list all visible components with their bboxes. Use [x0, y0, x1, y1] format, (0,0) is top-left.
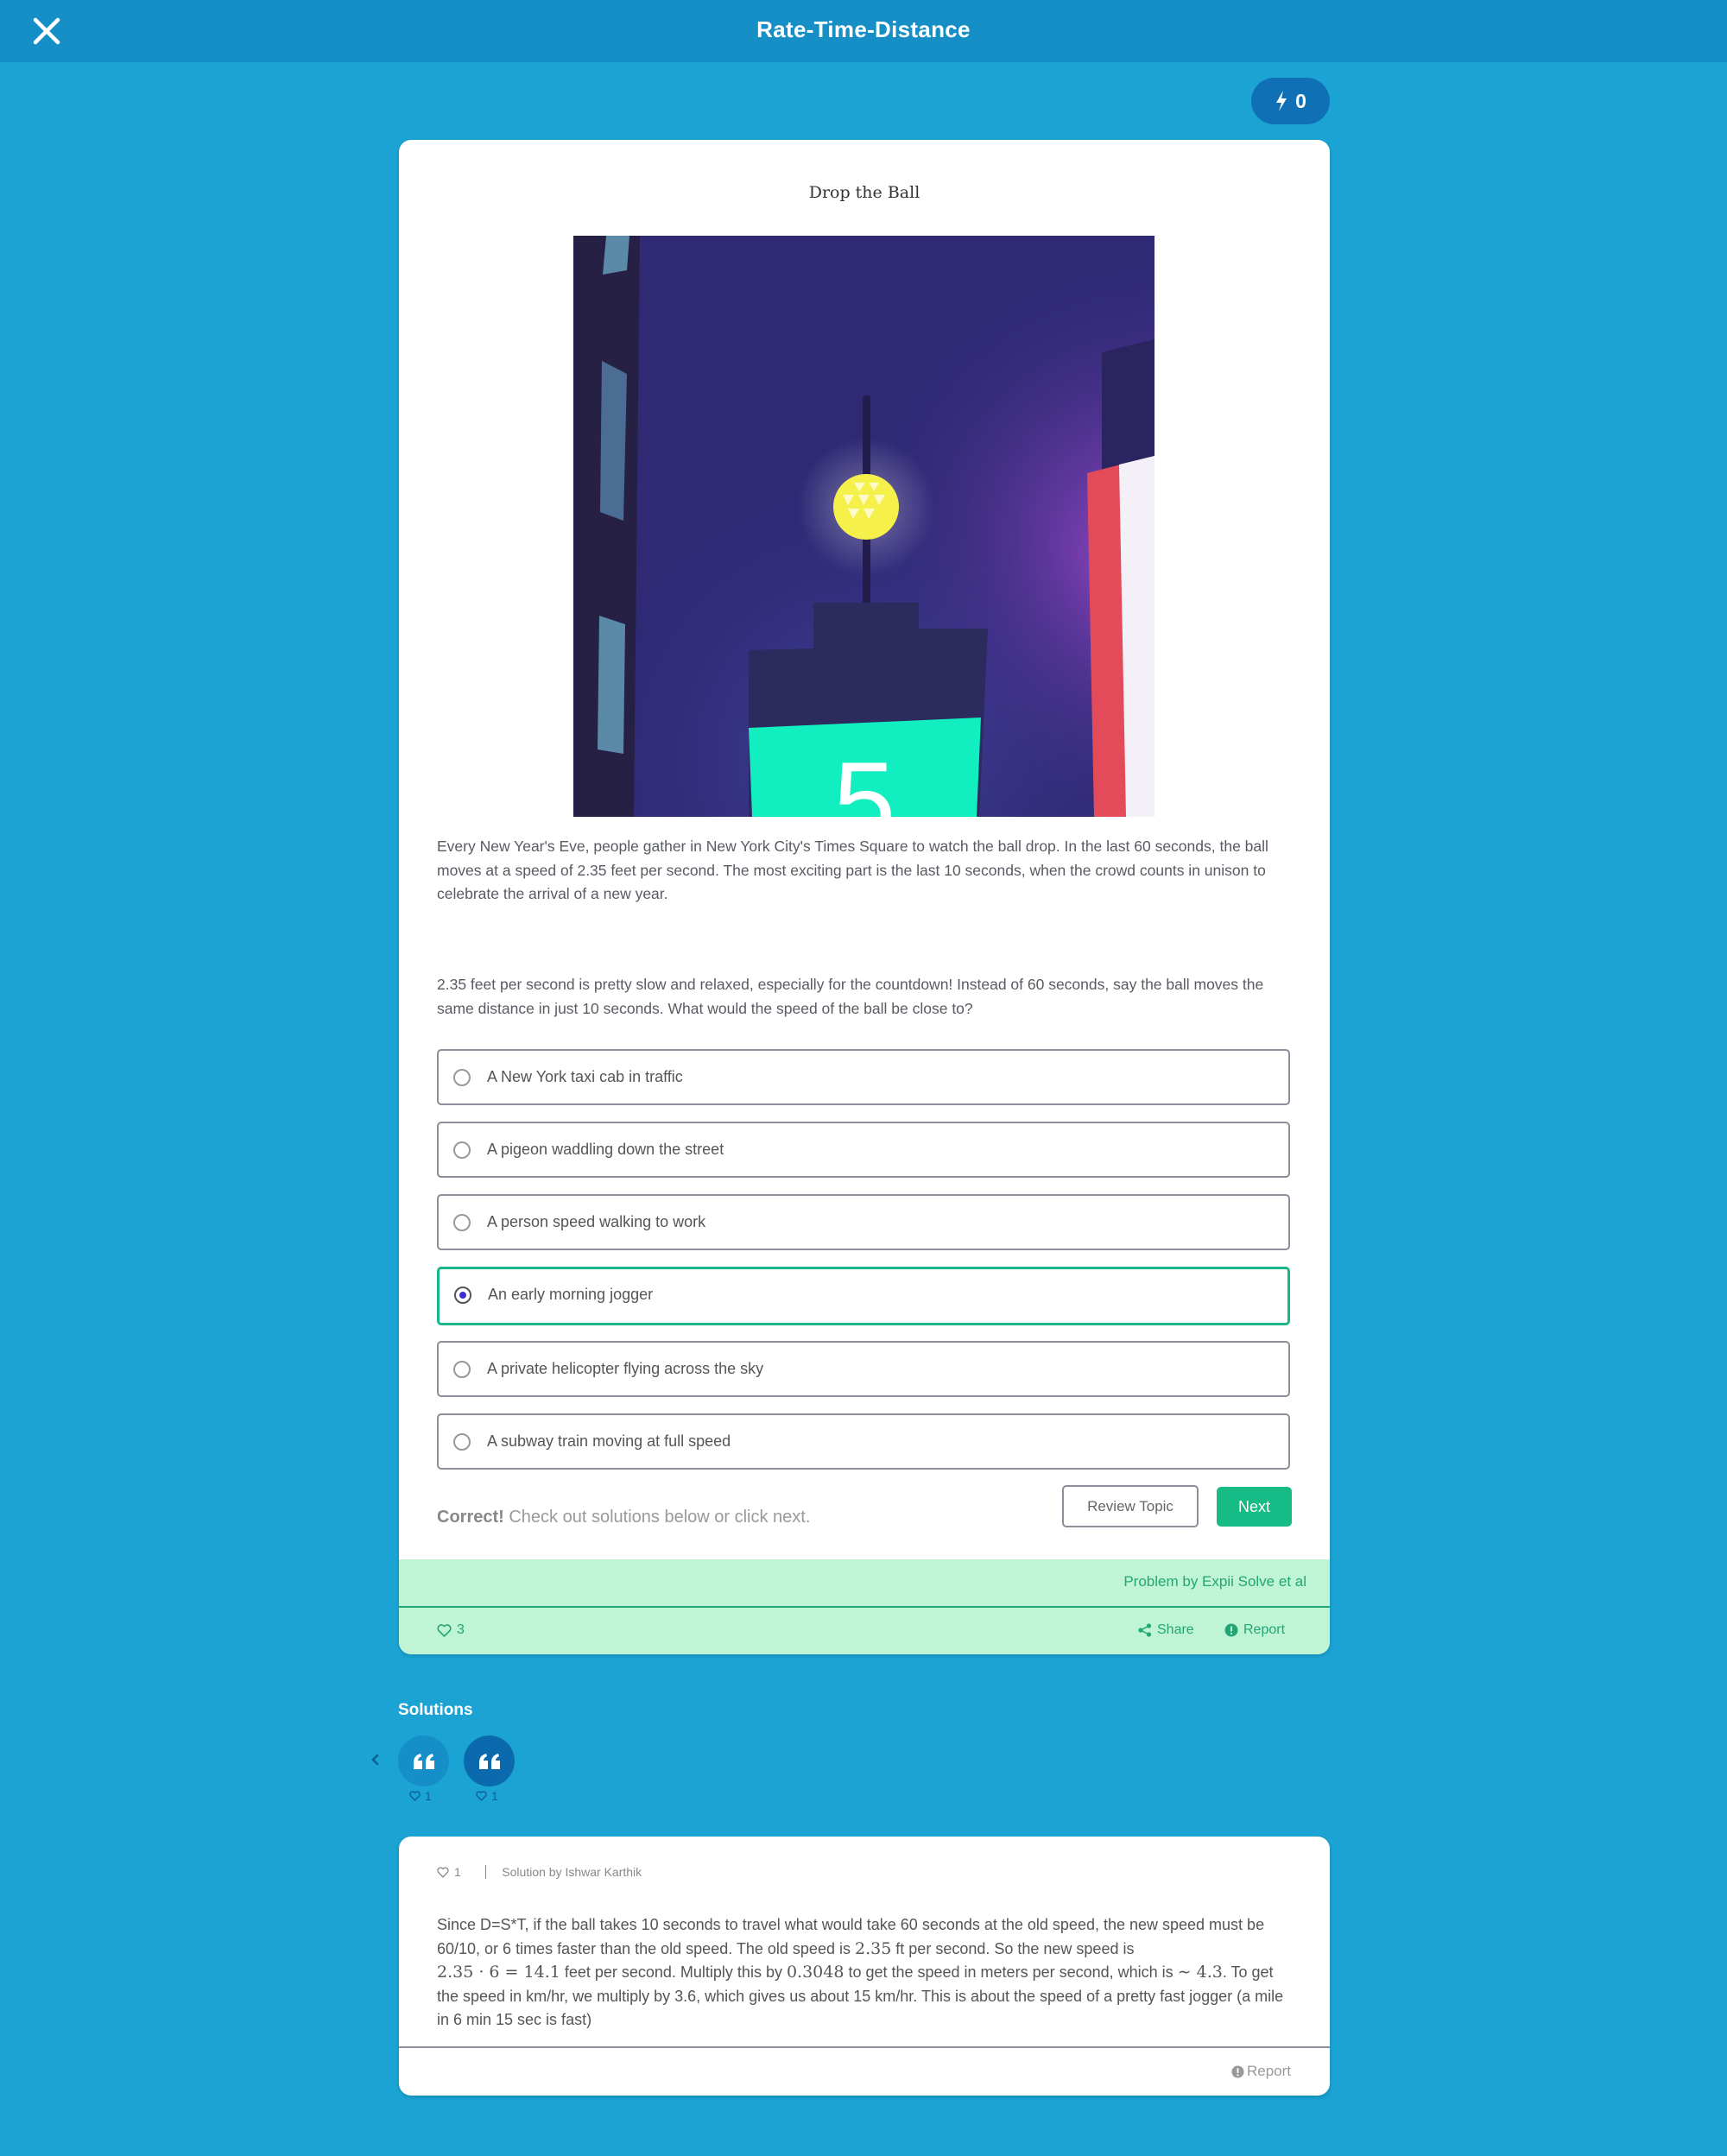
radio-button[interactable]: [453, 1069, 471, 1086]
share-button[interactable]: Share: [1138, 1622, 1194, 1638]
answer-option-label: A pigeon waddling down the street: [487, 1141, 724, 1158]
times-square-illustration: 5: [573, 236, 1154, 817]
energy-count: 0: [1295, 89, 1306, 112]
radio-button[interactable]: [453, 1141, 471, 1159]
solution-text-part: Since D=S*T, if the ball takes 10 second…: [437, 1916, 1265, 1957]
answer-option-label: A New York taxi cab in traffic: [487, 1068, 683, 1085]
solution-text-part: feet per second. Multiply this by: [560, 1963, 787, 1981]
solution-text-part: ft per second. So the new speed is: [891, 1939, 1135, 1957]
answer-option[interactable]: A New York taxi cab in traffic: [437, 1049, 1290, 1105]
countdown-digit: 5: [833, 738, 895, 817]
radio-button-selected[interactable]: [454, 1287, 471, 1304]
problem-question: 2.35 feet per second is pretty slow and …: [437, 976, 1264, 1017]
answer-option[interactable]: A private helicopter flying across the s…: [437, 1341, 1290, 1397]
chevron-left-icon[interactable]: [368, 1749, 382, 1770]
card-actions: 3 Share Report: [399, 1608, 1330, 1654]
math-expression: ∼ 4.3: [1177, 1963, 1223, 1982]
answer-option[interactable]: A subway train moving at full speed: [437, 1413, 1290, 1470]
solution-card: 1 Solution by Ishwar Karthik Since D=S*T…: [399, 1837, 1330, 2096]
math-expression: 0.3048: [786, 1963, 845, 1982]
radio-button[interactable]: [453, 1214, 471, 1231]
share-label: Share: [1157, 1622, 1194, 1637]
answer-option-label: An early morning jogger: [488, 1286, 654, 1303]
solution-tab-1[interactable]: [398, 1736, 449, 1786]
share-icon: [1138, 1623, 1152, 1637]
solution-meta: 1 Solution by Ishwar Karthik: [437, 1865, 642, 1879]
report-button[interactable]: Report: [1224, 1622, 1285, 1638]
answer-option-label: A subway train moving at full speed: [487, 1432, 731, 1450]
problem-intro: Every New Year's Eve, people gather in N…: [437, 838, 1268, 902]
solution-report-button[interactable]: Report: [1231, 2063, 1291, 2080]
solution-text-part: to get the speed in meters per second, w…: [844, 1963, 1178, 1981]
divider: [484, 1865, 487, 1879]
like-button[interactable]: 3: [437, 1622, 465, 1638]
problem-credit[interactable]: Problem by Expii Solve et al: [1123, 1573, 1306, 1590]
problem-card: Drop the Ball 5 Every New Year's Eve, pe…: [399, 140, 1330, 1654]
answer-option[interactable]: A pigeon waddling down the street: [437, 1122, 1290, 1178]
answer-option-selected[interactable]: An early morning jogger: [437, 1267, 1290, 1325]
solutions-heading: Solutions: [398, 1701, 473, 1719]
energy-badge[interactable]: 0: [1251, 78, 1330, 124]
top-bar: Rate-Time-Distance: [0, 0, 1727, 62]
solution-likes: 1: [491, 1789, 498, 1803]
heart-icon[interactable]: [437, 1866, 449, 1878]
page-title: Rate-Time-Distance: [756, 16, 971, 42]
solution-author[interactable]: Solution by Ishwar Karthik: [502, 1865, 642, 1879]
report-label: Report: [1246, 2063, 1291, 2079]
answer-option[interactable]: A person speed walking to work: [437, 1194, 1290, 1250]
like-count: 3: [457, 1622, 465, 1637]
result-status: Correct!: [437, 1508, 504, 1527]
heart-icon: [476, 1791, 487, 1801]
divider: [399, 2046, 1330, 2048]
card-footer: Problem by Expii Solve et al 3 Share Rep…: [399, 1559, 1330, 1654]
alert-icon: [1231, 2064, 1244, 2078]
answer-option-label: A private helicopter flying across the s…: [487, 1360, 764, 1377]
solution-like-count: 1: [476, 1789, 498, 1803]
quote-icon: [413, 1753, 434, 1769]
solution-like-count: 1: [454, 1865, 461, 1879]
math-expression: 2.35 · 6 = 14.1: [437, 1963, 560, 1982]
radio-button[interactable]: [453, 1433, 471, 1451]
next-button[interactable]: Next: [1217, 1487, 1292, 1527]
review-topic-button[interactable]: Review Topic: [1062, 1485, 1199, 1527]
math-expression: 2.35: [854, 1938, 892, 1958]
heart-icon: [409, 1791, 421, 1801]
alert-icon: [1224, 1623, 1238, 1637]
solution-text: Since D=S*T, if the ball takes 10 second…: [437, 1913, 1295, 2033]
result-message: Correct! Check out solutions below or cl…: [437, 1508, 810, 1527]
result-hint: Check out solutions below or click next.: [503, 1508, 811, 1527]
radio-button[interactable]: [453, 1361, 471, 1378]
solution-likes: 1: [425, 1789, 432, 1803]
problem-title: Drop the Ball: [808, 183, 920, 202]
heart-icon: [437, 1623, 452, 1637]
report-label: Report: [1243, 1622, 1286, 1637]
quote-icon: [478, 1753, 500, 1769]
lightning-icon: [1276, 91, 1287, 111]
answer-option-label: A person speed walking to work: [487, 1213, 706, 1230]
solution-like-count: 1: [409, 1789, 432, 1803]
solution-tab-2[interactable]: [464, 1736, 515, 1786]
